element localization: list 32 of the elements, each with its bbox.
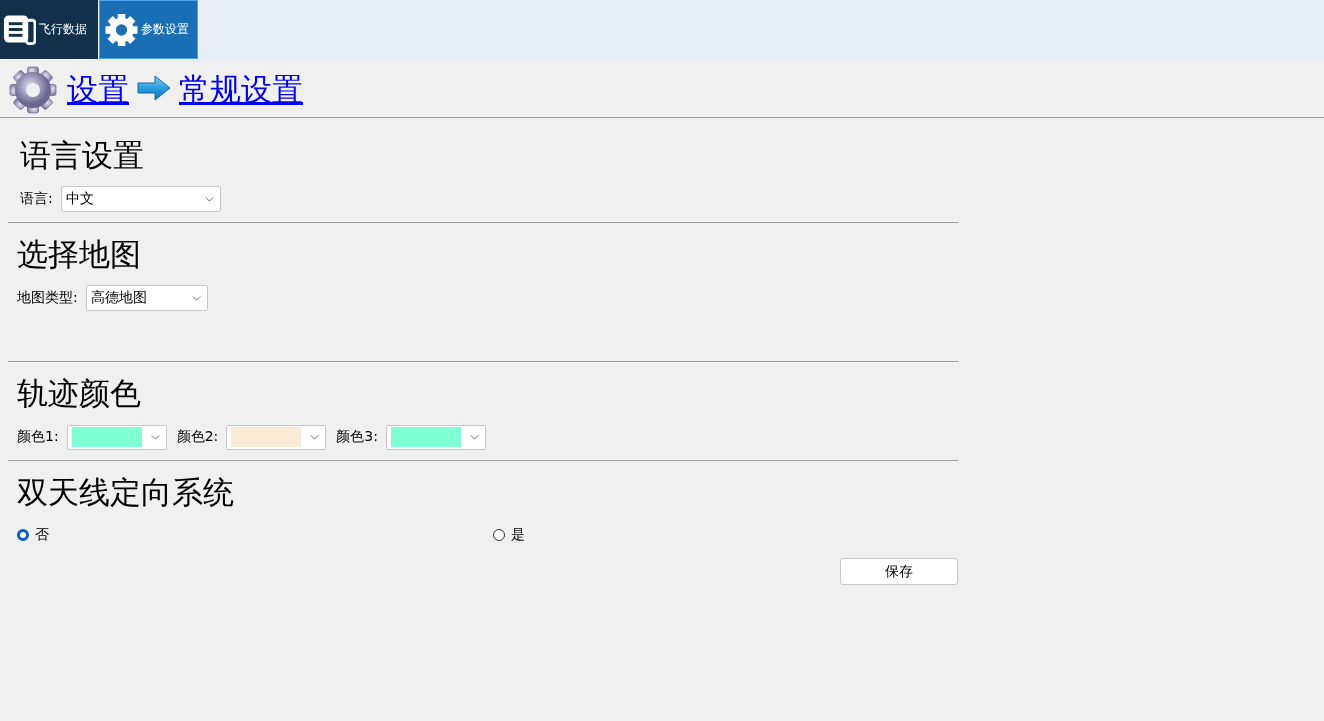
field-label: 地图类型: [17, 289, 78, 307]
nav-tab[interactable]: 参数设置 [99, 0, 198, 59]
section-heading: 双天线定向系统 [17, 473, 234, 512]
dropdown-select[interactable]: 中文 [60, 186, 221, 212]
field-label: 颜色2: [176, 428, 219, 446]
field-label: 颜色3: [336, 428, 378, 446]
radio-button[interactable] [493, 529, 505, 541]
caret-icon [150, 434, 160, 440]
dropdown-select[interactable]: 高德地图 [85, 285, 208, 311]
section-heading: 轨迹颜色 [17, 374, 141, 413]
caret-icon [204, 196, 214, 202]
section-heading: 选择地图 [17, 235, 141, 274]
color-select[interactable] [226, 424, 327, 450]
caret-icon [191, 295, 201, 301]
breadcrumb-link[interactable]: 常规设置 [179, 69, 303, 109]
caret-icon [469, 434, 479, 440]
save-button[interactable]: 保存 [840, 558, 958, 585]
document-icon [3, 13, 36, 46]
radio-label: 否 [35, 526, 49, 544]
radio-button[interactable] [17, 529, 29, 541]
field-label: 语言: [20, 190, 53, 208]
settings-icon [105, 13, 138, 46]
nav-tab[interactable]: 飞行数据 [0, 0, 98, 59]
radio-label: 是 [511, 526, 525, 544]
color-select[interactable] [66, 424, 167, 450]
field-label: 颜色1: [17, 428, 59, 446]
arrow-right-icon [137, 75, 171, 101]
color-select[interactable] [385, 424, 486, 450]
breadcrumb-link[interactable]: 设置 [67, 69, 129, 109]
settings-icon [9, 66, 57, 114]
caret-icon [310, 434, 320, 440]
section-heading: 语言设置 [20, 136, 144, 175]
